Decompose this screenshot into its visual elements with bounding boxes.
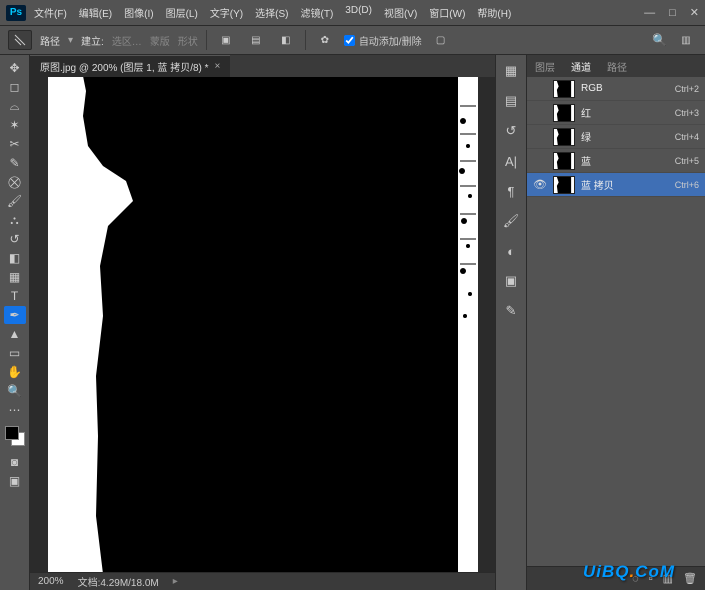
- zoom-level[interactable]: 200%: [38, 576, 64, 587]
- menubar: 文件(F) 编辑(E) 图像(I) 图层(L) 文字(Y) 选择(S) 滤镜(T…: [34, 5, 511, 20]
- create-label: 建立:: [81, 33, 104, 48]
- pen-tool-icon[interactable]: ✒: [4, 306, 26, 324]
- tab-channels[interactable]: 通道: [569, 59, 593, 74]
- color-panel-icon[interactable]: ▦: [501, 61, 521, 81]
- channel-name: RGB: [581, 83, 669, 94]
- lasso-tool-icon[interactable]: ⌓: [4, 97, 26, 115]
- channel-thumbnail: [553, 80, 575, 98]
- channel-red[interactable]: 红 Ctrl+3: [527, 101, 705, 125]
- swatches-panel-icon[interactable]: ▤: [501, 91, 521, 111]
- channel-shortcut: Ctrl+2: [675, 84, 699, 94]
- paragraph-panel-icon[interactable]: ¶: [501, 181, 521, 201]
- move-tool-icon[interactable]: ✥: [4, 59, 26, 77]
- document-tab-title: 原图.jpg @ 200% (图层 1, 蓝 拷贝/8) *: [40, 59, 209, 74]
- channel-shortcut: Ctrl+5: [675, 156, 699, 166]
- menu-help[interactable]: 帮助(H): [477, 5, 511, 20]
- color-swatches[interactable]: [5, 426, 25, 446]
- marquee-tool-icon[interactable]: ◻: [4, 78, 26, 96]
- auto-add-delete-label: 自动添加/删除: [359, 33, 422, 48]
- path-arrange-icon[interactable]: ◧: [275, 30, 297, 50]
- styles-panel-icon[interactable]: ▣: [501, 271, 521, 291]
- channel-shortcut: Ctrl+3: [675, 108, 699, 118]
- menu-3d[interactable]: 3D(D): [345, 5, 372, 20]
- menu-filter[interactable]: 滤镜(T): [301, 5, 334, 20]
- window-close-icon[interactable]: ✕: [690, 6, 699, 19]
- path-ops-icon[interactable]: ▣: [215, 30, 237, 50]
- zoom-tool-icon[interactable]: 🔍: [4, 382, 26, 400]
- align-edges-icon[interactable]: ▢: [430, 30, 452, 50]
- channel-name: 绿: [581, 129, 669, 144]
- channel-name: 蓝: [581, 153, 669, 168]
- channel-green[interactable]: 绿 Ctrl+4: [527, 125, 705, 149]
- app-logo: Ps: [6, 5, 26, 21]
- healing-tool-icon[interactable]: ⛒: [4, 173, 26, 191]
- edit-toolbar-icon[interactable]: ⋯: [4, 401, 26, 419]
- eyedropper-tool-icon[interactable]: ✎: [4, 154, 26, 172]
- selection-button[interactable]: 选区…: [112, 33, 142, 48]
- channel-name: 蓝 拷贝: [581, 177, 669, 192]
- menu-type[interactable]: 文字(Y): [210, 5, 243, 20]
- foreground-color-swatch[interactable]: [5, 426, 19, 440]
- tab-paths[interactable]: 路径: [605, 59, 629, 74]
- tab-layers[interactable]: 图层: [533, 59, 557, 74]
- window-minimize-icon[interactable]: —: [644, 7, 655, 19]
- shape-button[interactable]: 形状: [178, 33, 198, 48]
- channel-blue-copy[interactable]: 👁 蓝 拷贝 Ctrl+6: [527, 173, 705, 197]
- brush-tool-icon[interactable]: 🖌: [4, 192, 26, 210]
- channel-shortcut: Ctrl+6: [675, 180, 699, 190]
- hand-tool-icon[interactable]: ✋: [4, 363, 26, 381]
- properties-panel-icon[interactable]: ✎: [501, 301, 521, 321]
- menu-layer[interactable]: 图层(L): [166, 5, 198, 20]
- window-maximize-icon[interactable]: □: [669, 7, 676, 19]
- document-tab[interactable]: 原图.jpg @ 200% (图层 1, 蓝 拷贝/8) * ×: [30, 55, 230, 77]
- search-icon[interactable]: 🔍: [652, 33, 667, 47]
- menu-file[interactable]: 文件(F): [34, 5, 67, 20]
- menu-view[interactable]: 视图(V): [384, 5, 417, 20]
- image-content: [48, 77, 478, 572]
- doc-size-info[interactable]: 文档:4.29M/18.0M: [78, 574, 159, 589]
- tool-preset-icon[interactable]: [8, 30, 32, 50]
- character-panel-icon[interactable]: A|: [501, 151, 521, 171]
- channel-blue[interactable]: 蓝 Ctrl+5: [527, 149, 705, 173]
- brush-panel-icon[interactable]: 🖌: [501, 211, 521, 231]
- mode-dropdown[interactable]: 路径: [40, 33, 60, 48]
- menu-window[interactable]: 窗口(W): [429, 5, 465, 20]
- gear-icon[interactable]: ✿: [314, 30, 336, 50]
- history-brush-tool-icon[interactable]: ↺: [4, 230, 26, 248]
- screenmode-icon[interactable]: ▣: [4, 472, 26, 490]
- quickmask-icon[interactable]: ◙: [4, 453, 26, 471]
- delete-channel-icon[interactable]: 🗑: [683, 572, 697, 585]
- close-tab-icon[interactable]: ×: [215, 61, 221, 72]
- auto-add-delete-checkbox[interactable]: [344, 35, 355, 46]
- canvas[interactable]: [48, 77, 478, 572]
- adjustments-panel-icon[interactable]: ◐: [501, 241, 521, 261]
- eraser-tool-icon[interactable]: ◧: [4, 249, 26, 267]
- channel-thumbnail: [553, 104, 575, 122]
- workspace-icon[interactable]: ▥: [675, 30, 697, 50]
- path-select-tool-icon[interactable]: ▲: [4, 325, 26, 343]
- channel-shortcut: Ctrl+4: [675, 132, 699, 142]
- type-tool-icon[interactable]: T: [4, 287, 26, 305]
- shape-tool-icon[interactable]: ▭: [4, 344, 26, 362]
- mask-button[interactable]: 蒙版: [150, 33, 170, 48]
- clone-tool-icon[interactable]: ⛬: [4, 211, 26, 229]
- crop-tool-icon[interactable]: ✂: [4, 135, 26, 153]
- tools-panel: ✥ ◻ ⌓ ✶ ✂ ✎ ⛒ 🖌 ⛬ ↺ ◧ ▦ T ✒ ▲ ▭ ✋ 🔍 ⋯ ◙ …: [0, 55, 30, 590]
- channel-thumbnail: [553, 128, 575, 146]
- channel-thumbnail: [553, 176, 575, 194]
- menu-select[interactable]: 选择(S): [255, 5, 288, 20]
- watermark: UiBQ.CoM: [583, 562, 675, 582]
- channel-name: 红: [581, 105, 669, 120]
- visibility-icon[interactable]: 👁: [533, 178, 547, 191]
- options-bar: 路径 ▾ 建立: 选区… 蒙版 形状 ▣ ▤ ◧ ✿ 自动添加/删除 ▢ 🔍 ▥: [0, 25, 705, 55]
- menu-edit[interactable]: 编辑(E): [79, 5, 112, 20]
- channel-rgb[interactable]: RGB Ctrl+2: [527, 77, 705, 101]
- menu-image[interactable]: 图像(I): [124, 5, 153, 20]
- history-panel-icon[interactable]: ↺: [501, 121, 521, 141]
- path-align-icon[interactable]: ▤: [245, 30, 267, 50]
- magic-wand-tool-icon[interactable]: ✶: [4, 116, 26, 134]
- gradient-tool-icon[interactable]: ▦: [4, 268, 26, 286]
- channel-list: RGB Ctrl+2 红 Ctrl+3 绿 Ctrl+4 蓝 Ctrl+5: [527, 77, 705, 566]
- channel-thumbnail: [553, 152, 575, 170]
